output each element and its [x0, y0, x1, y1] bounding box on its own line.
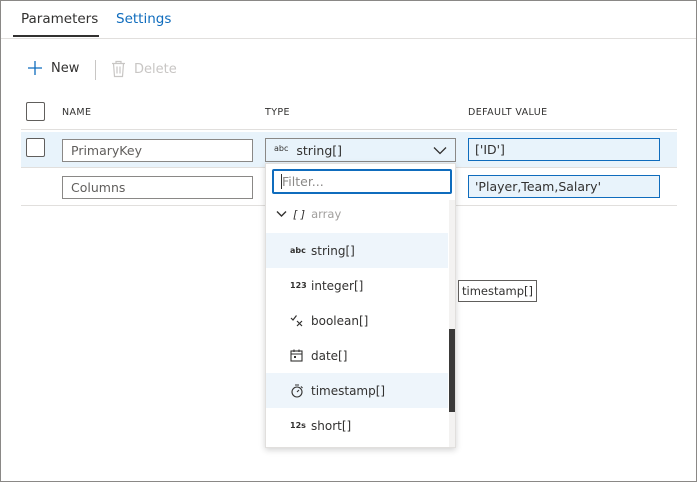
array-bracket-icon: [ ] — [293, 207, 306, 221]
option-label: string[] — [311, 243, 355, 258]
scrollbar-thumb[interactable] — [449, 329, 455, 412]
type-select-value: string[] — [296, 142, 343, 158]
column-header-type: TYPE — [265, 107, 290, 118]
group-header-array[interactable]: [ ] array — [276, 207, 341, 221]
option-integer-array[interactable]: 123 integer[] — [266, 268, 448, 303]
filter-input[interactable] — [272, 169, 452, 194]
chevron-down-icon — [276, 211, 287, 217]
type-dropdown-menu: [ ] array abc string[] 123 integer[] boo… — [265, 163, 456, 448]
text-cursor — [281, 174, 282, 189]
new-button[interactable]: New — [27, 60, 79, 76]
option-boolean-array[interactable]: boolean[] — [266, 303, 448, 338]
row-checkbox[interactable] — [26, 138, 45, 157]
calendar-icon — [290, 349, 303, 362]
delete-button[interactable]: Delete — [111, 60, 177, 78]
plus-icon — [28, 61, 42, 75]
tab-bar: Parameters Settings — [1, 1, 696, 39]
option-label: short[] — [311, 418, 352, 433]
tooltip: timestamp[] — [458, 280, 538, 302]
column-header-default-value: DEFAULT VALUE — [468, 107, 548, 118]
option-date-array[interactable]: date[] — [266, 338, 448, 373]
delete-button-label: Delete — [134, 61, 177, 77]
group-label: array — [311, 207, 342, 221]
string-type-icon: abc — [274, 143, 289, 153]
option-timestamp-array[interactable]: timestamp[] — [266, 373, 448, 408]
type-select[interactable]: abc string[] — [265, 138, 456, 162]
parameter-name-input[interactable]: PrimaryKey — [62, 139, 253, 162]
option-short-array[interactable]: 12s short[] — [266, 408, 448, 443]
chevron-down-icon — [433, 146, 447, 154]
header-divider — [21, 129, 677, 130]
boolean-icon — [290, 315, 303, 327]
default-value-input[interactable]: 'Player,Team,Salary' — [468, 175, 660, 198]
short-type-icon: 12s — [290, 421, 306, 430]
option-label: integer[] — [311, 278, 364, 293]
trash-icon — [112, 60, 125, 78]
parameter-name-input[interactable]: Columns — [62, 176, 253, 199]
default-value-input[interactable]: ['ID'] — [468, 138, 660, 161]
option-label: boolean[] — [311, 313, 369, 328]
column-header-name: NAME — [62, 107, 92, 118]
tab-settings[interactable]: Settings — [116, 11, 171, 27]
string-type-icon: abc — [290, 246, 306, 255]
stopwatch-icon — [291, 383, 303, 398]
integer-type-icon: 123 — [290, 281, 307, 290]
new-button-label: New — [51, 60, 80, 76]
active-tab-indicator — [13, 35, 99, 37]
select-all-checkbox[interactable] — [26, 102, 45, 121]
tab-parameters[interactable]: Parameters — [21, 11, 98, 27]
parameters-panel: Parameters Settings New Delete NAME TYPE… — [0, 0, 697, 482]
option-string-array[interactable]: abc string[] — [266, 233, 448, 268]
option-label: timestamp[] — [311, 383, 386, 398]
option-label: date[] — [311, 348, 348, 363]
toolbar-divider — [95, 60, 96, 80]
